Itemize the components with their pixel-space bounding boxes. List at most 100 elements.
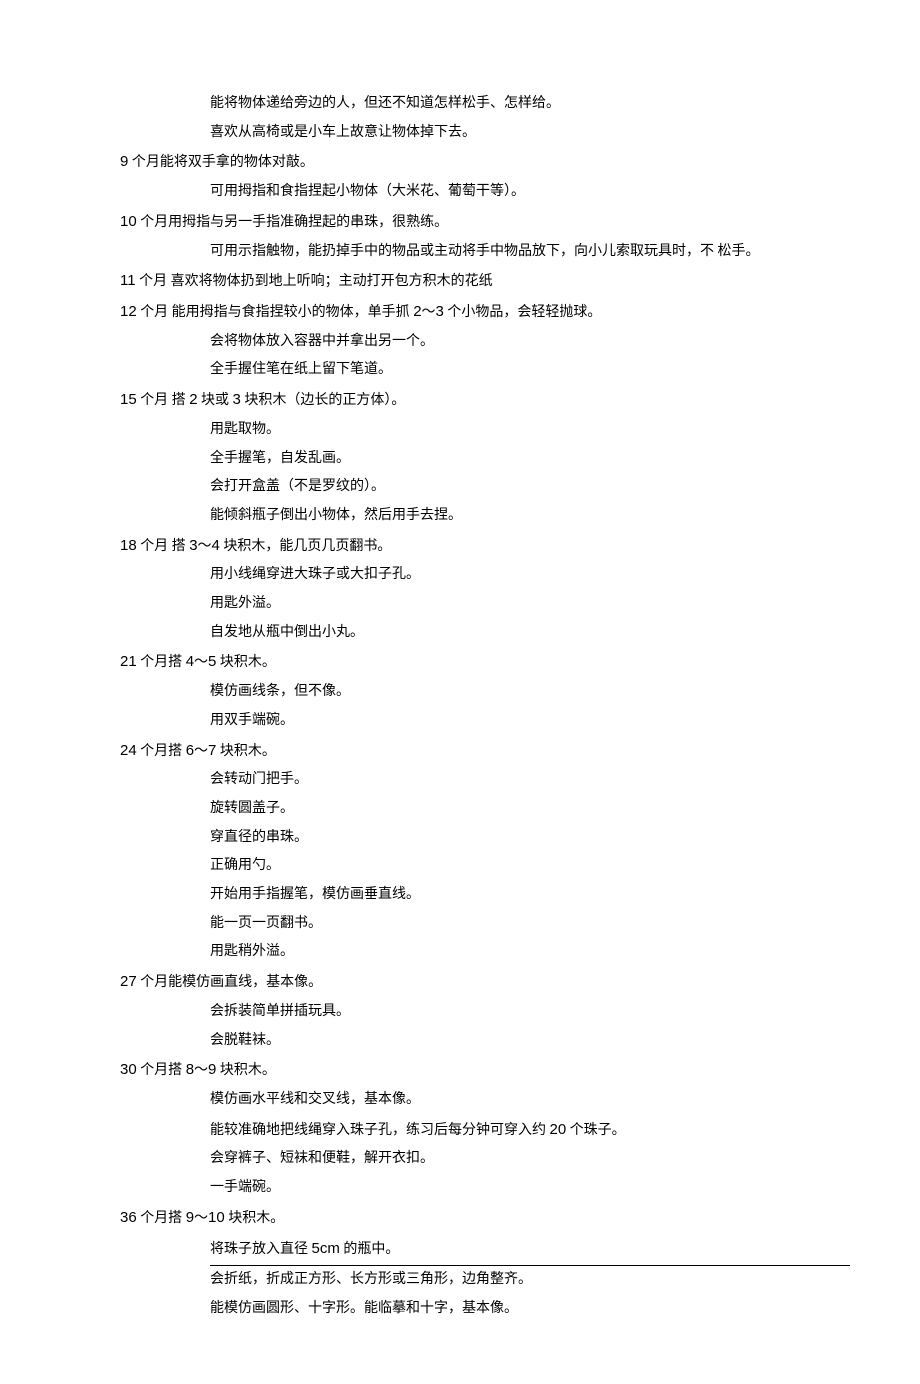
- body-text: 会穿裤子、短袜和便鞋，解开衣扣。: [210, 1151, 434, 1166]
- text-line: 穿直径的串珠。: [120, 824, 810, 853]
- body-text: 用小线绳穿进大珠子或大扣子孔。: [210, 567, 420, 582]
- body-text: 能一页一页翻书。: [210, 916, 322, 931]
- text-line: 旋转圆盖子。: [120, 795, 810, 824]
- text-line: 正确用勺。: [120, 852, 810, 881]
- body-text: 〜: [422, 305, 436, 320]
- number-text: 15: [120, 391, 137, 408]
- body-text: 〜: [194, 1211, 208, 1226]
- body-text: 块积木，能几页几页翻书。: [220, 539, 392, 554]
- text-line: 12 个月 能用拇指与食指捏较小的物体，单手抓 2〜3 个小物品，会轻轻抛球。: [120, 297, 810, 328]
- number-text: 24: [120, 742, 137, 759]
- text-line: 模仿画线条，但不像。: [120, 678, 810, 707]
- body-text: 〜: [194, 744, 208, 759]
- number-text: 20: [550, 1121, 567, 1138]
- body-text: 模仿画水平线和交叉线，基本像。: [210, 1092, 420, 1107]
- body-text: 个珠子。: [566, 1123, 626, 1138]
- number-text: 10: [208, 1209, 225, 1226]
- number-text: 2: [189, 391, 197, 408]
- text-line: 用小线绳穿进大珠子或大扣子孔。: [120, 561, 810, 590]
- body-text: 用匙稍外溢。: [210, 944, 294, 959]
- body-text: 会折纸，折成正方形、长方形或三角形，边角整齐。: [210, 1272, 532, 1287]
- body-text: 用匙取物。: [210, 422, 280, 437]
- number-text: 27: [120, 973, 137, 990]
- body-text: 块积木。: [216, 1063, 276, 1078]
- body-text: 能较准确地把线绳穿入珠子孔，练习后每分钟可穿入约: [210, 1123, 550, 1138]
- text-line: 用匙外溢。: [120, 590, 810, 619]
- text-line: 用匙稍外溢。: [120, 938, 810, 967]
- text-line: 能将物体递给旁边的人，但还不知道怎样松手、怎样给。: [120, 90, 810, 119]
- number-text: 8: [186, 1061, 194, 1078]
- body-text: 个月能将双手拿的物体对敲。: [128, 155, 314, 170]
- body-text: 个月搭: [137, 1063, 186, 1078]
- body-text: 个月搭: [137, 655, 186, 670]
- text-line: 27 个月能模仿画直线，基本像。: [120, 967, 810, 998]
- body-text: 个月搭: [137, 744, 186, 759]
- body-text: 用匙外溢。: [210, 596, 280, 611]
- text-line: 开始用手指握笔，模仿画垂直线。: [120, 881, 810, 910]
- body-text: 〜: [198, 539, 212, 554]
- text-line: 可用示指触物，能扔掉手中的物品或主动将手中物品放下，向小儿索取玩具时，不 松手。: [120, 238, 810, 267]
- text-line: 喜欢从高椅或是小车上故意让物体掉下去。: [120, 119, 810, 148]
- body-text: 可用拇指和食指捏起小物体（大米花、葡萄干等）。: [210, 184, 525, 199]
- text-line: 21 个月搭 4〜5 块积木。: [120, 647, 810, 678]
- text-line: 10 个月用拇指与另一手指准确捏起的串珠，很熟练。: [120, 207, 810, 238]
- body-text: 正确用勺。: [210, 858, 280, 873]
- number-text: 4: [212, 537, 220, 554]
- text-line: 用双手端碗。: [120, 707, 810, 736]
- body-text: 会转动门把手。: [210, 772, 308, 787]
- body-text: 能模仿画圆形、十字形。能临摹和十字，基本像。: [210, 1301, 518, 1316]
- body-text: 会打开盒盖（不是罗纹的）。: [210, 479, 385, 494]
- body-text: 能倾斜瓶子倒出小物体，然后用手去捏。: [210, 508, 462, 523]
- body-text: 块积木（边长的正方体）。: [241, 393, 406, 408]
- number-text: 12: [120, 303, 137, 320]
- underlined-text: 将珠子放入直径 5cm 的瓶中。: [210, 1234, 850, 1267]
- number-text: 10: [120, 213, 137, 230]
- body-text: 〜: [194, 1063, 208, 1078]
- text-line: 24 个月搭 6〜7 块积木。: [120, 736, 810, 767]
- number-text: 11: [120, 272, 136, 289]
- text-line: 模仿画水平线和交叉线，基本像。: [120, 1086, 810, 1115]
- body-text: 块积木。: [216, 744, 276, 759]
- body-text: 个月搭: [137, 1211, 186, 1226]
- body-text: 〜: [194, 655, 208, 670]
- body-text: 能将物体递给旁边的人，但还不知道怎样松手、怎样给。: [210, 96, 560, 111]
- body-text: 个月能模仿画直线，基本像。: [137, 975, 323, 990]
- document-body: 能将物体递给旁边的人，但还不知道怎样松手、怎样给。喜欢从高椅或是小车上故意让物体…: [120, 90, 810, 1324]
- number-text: 30: [120, 1061, 137, 1078]
- body-text: 个月 喜欢将物体扔到地上听响；主动打开包方积木的花纸: [136, 274, 493, 289]
- text-line: 全手握笔，自发乱画。: [120, 445, 810, 474]
- body-text: 喜欢从高椅或是小车上故意让物体掉下去。: [210, 125, 476, 140]
- text-line: 将珠子放入直径 5cm 的瓶中。: [120, 1234, 810, 1267]
- text-line: 会转动门把手。: [120, 766, 810, 795]
- body-text: 将珠子放入直径: [210, 1242, 312, 1257]
- number-text: 3: [189, 537, 197, 554]
- number-text: 3: [436, 303, 444, 320]
- body-text: 模仿画线条，但不像。: [210, 684, 350, 699]
- body-text: 全手握住笔在纸上留下笔道。: [210, 362, 392, 377]
- number-text: 18: [120, 537, 137, 554]
- number-text: 6: [186, 742, 194, 759]
- text-line: 9 个月能将双手拿的物体对敲。: [120, 147, 810, 178]
- text-line: 会将物体放入容器中并拿出另一个。: [120, 328, 810, 357]
- text-line: 能倾斜瓶子倒出小物体，然后用手去捏。: [120, 502, 810, 531]
- body-text: 个月用拇指与另一手指准确捏起的串珠，很熟练。: [137, 215, 449, 230]
- body-text: 开始用手指握笔，模仿画垂直线。: [210, 887, 420, 902]
- number-text: 3: [233, 391, 241, 408]
- text-line: 会脱鞋袜。: [120, 1027, 810, 1056]
- body-text: 会拆装简单拼插玩具。: [210, 1004, 350, 1019]
- text-line: 一手端碗。: [120, 1174, 810, 1203]
- text-line: 全手握住笔在纸上留下笔道。: [120, 356, 810, 385]
- text-line: 15 个月 搭 2 块或 3 块积木（边长的正方体）。: [120, 385, 810, 416]
- text-line: 30 个月搭 8〜9 块积木。: [120, 1055, 810, 1086]
- body-text: 一手端碗。: [210, 1180, 280, 1195]
- number-text: 4: [186, 653, 194, 670]
- text-line: 会拆装简单拼插玩具。: [120, 998, 810, 1027]
- number-text: 21: [120, 653, 137, 670]
- body-text: 个小物品，会轻轻抛球。: [444, 305, 602, 320]
- body-text: 会将物体放入容器中并拿出另一个。: [210, 334, 434, 349]
- body-text: 穿直径的串珠。: [210, 830, 308, 845]
- body-text: 旋转圆盖子。: [210, 801, 294, 816]
- text-line: 36 个月搭 9〜10 块积木。: [120, 1203, 810, 1234]
- text-line: 能较准确地把线绳穿入珠子孔，练习后每分钟可穿入约 20 个珠子。: [120, 1115, 810, 1146]
- body-text: 个月 能用拇指与食指捏较小的物体，单手抓: [137, 305, 414, 320]
